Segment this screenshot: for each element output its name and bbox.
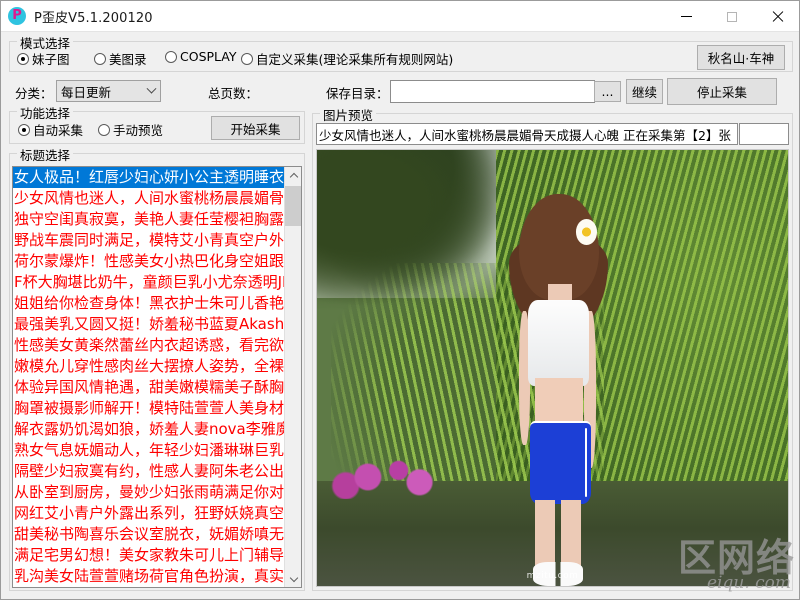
radio-mode-custom[interactable]: 自定义采集(理论采集所有规则网站) <box>241 49 453 68</box>
app-p-icon <box>8 7 26 25</box>
title-select-legend: 标题选择 <box>17 145 74 164</box>
list-item[interactable]: 女人极品！红唇少妇心妍小公主透明睡衣露两点 <box>13 167 284 188</box>
chevron-up-icon <box>289 172 298 181</box>
photo-watermark: mzitu.com <box>526 571 579 581</box>
save-dir-input[interactable] <box>390 80 595 103</box>
title-list-scrollbar[interactable] <box>284 167 301 587</box>
radio-label: 美图录 <box>109 52 147 67</box>
list-item[interactable]: 网红艾小青户外露出系列，狂野妖娆真空演绎 <box>13 503 284 524</box>
maximize-icon <box>727 11 737 22</box>
chevron-down-icon <box>289 573 298 582</box>
list-item[interactable]: 独守空闺真寂寞，美艳人妻任莹樱袒胸露乳心痒难耐 <box>13 209 284 230</box>
radio-mode-meitulu[interactable]: 美图录 <box>94 49 147 68</box>
maximize-button[interactable] <box>709 1 755 32</box>
scrollbar-thumb[interactable] <box>285 186 301 226</box>
collect-counter-field <box>739 123 789 145</box>
application-window: P歪皮V5.1.200120 模式选择 妹子图 美图录 COSPLAY 自定义采… <box>0 0 800 600</box>
brand-button[interactable]: 秋名山·车神 <box>697 45 785 70</box>
continue-button[interactable]: 继续 <box>626 79 663 104</box>
radio-dot-icon <box>18 123 30 136</box>
window-title: P歪皮V5.1.200120 <box>34 10 153 26</box>
category-label: 分类： <box>15 86 53 101</box>
list-item[interactable]: 少女风情也迷人，人间水蜜桃杨晨晨媚骨天成摄人心魄 <box>13 188 284 209</box>
scroll-up-button[interactable] <box>285 167 301 184</box>
minimize-icon <box>680 16 692 17</box>
radio-dot-icon <box>17 52 29 65</box>
radio-mode-cosplay[interactable]: COSPLAY <box>165 49 237 64</box>
preview-photo: mzitu.com <box>317 150 788 586</box>
hair-flower-icon <box>576 219 598 245</box>
category-value: 每日更新 <box>61 84 112 100</box>
start-collect-button[interactable]: 开始采集 <box>211 116 300 140</box>
list-item[interactable]: 隔壁少妇寂寞有约，性感人妻阿朱老公出差等你来陪 <box>13 461 284 482</box>
list-item[interactable]: 从卧室到厨房，曼妙少妇张雨萌满足你对人妻的幻想 <box>13 482 284 503</box>
minimize-button[interactable] <box>663 1 709 32</box>
list-item[interactable]: 体验异国风情艳遇，甜美嫩模糯美子酥胸毕露令人回味 <box>13 377 284 398</box>
list-item[interactable]: F杯大胸堪比奶牛，童颜巨乳小尤奈透明JK制服火辣诱人 <box>13 272 284 293</box>
collect-status-text: 少女风情也迷人，人间水蜜桃杨晨晨媚骨天成摄人心魄 正在采集第【2】张 <box>316 123 738 145</box>
list-item[interactable]: 甜美秘书陶喜乐会议室脱衣，妩媚娇嗔无法抗拒 <box>13 524 284 545</box>
photo-model <box>477 193 637 586</box>
browse-button[interactable]: ... <box>594 81 621 102</box>
radio-label: COSPLAY <box>180 49 237 64</box>
list-item[interactable]: 满足宅男幻想！美女家教朱可儿上门辅导挑战你的自制力 <box>13 545 284 566</box>
mode-select-group: 模式选择 妹子图 美图录 COSPLAY 自定义采集(理论采集所有规则网站) 秋… <box>9 33 793 72</box>
title-bar: P歪皮V5.1.200120 <box>1 1 799 32</box>
window-controls <box>663 1 799 32</box>
image-preview-legend: 图片预览 <box>320 105 377 124</box>
save-dir-label: 保存目录： <box>326 86 389 101</box>
radio-label: 自定义采集(理论采集所有规则网站) <box>256 52 454 67</box>
list-item[interactable]: 熟女气息妩媚动人，年轻少妇潘琳琳巨乳肥臀欲望十足 <box>13 440 284 461</box>
title-list-rows: 女人极品！红唇少妇心妍小公主透明睡衣露两点少女风情也迷人，人间水蜜桃杨晨晨媚骨天… <box>13 167 284 587</box>
category-select[interactable]: 每日更新 <box>56 80 161 102</box>
list-item[interactable]: 姐姐给你检查身体！黑衣护士朱可儿香艳高污非看不可 <box>13 293 284 314</box>
radio-label: 妹子图 <box>32 52 70 67</box>
radio-label: 手动预览 <box>113 123 164 138</box>
radio-dot-icon <box>98 123 110 136</box>
list-item[interactable]: 嫩模允儿穿性感肉丝大摆撩人姿势，全裸胴体让人受不了 <box>13 356 284 377</box>
list-item[interactable]: 性感美女黄楽然蕾丝内衣超诱惑，看完欲罢不能狂舔屏 <box>13 335 284 356</box>
list-item[interactable]: 野战车震同时满足，模特艾小青真空户外露出双重诱惑 <box>13 230 284 251</box>
list-item[interactable]: 乳沟美女陆萱萱赌场荷官角色扮演，真实场景诱人深入 <box>13 566 284 587</box>
scroll-down-button[interactable] <box>285 570 301 587</box>
radio-auto-collect[interactable]: 自动采集 <box>18 120 83 139</box>
function-select-group: 功能选择 自动采集 手动预览 开始采集 <box>9 103 305 144</box>
close-button[interactable] <box>755 1 799 32</box>
list-item[interactable]: 荷尔蒙爆炸！性感美女小热巴化身空姐跟你回家 <box>13 251 284 272</box>
list-item[interactable]: 解衣露奶饥渴如狼，娇羞人妻nova李雅魔鬼身材堪称极品 <box>13 419 284 440</box>
total-pages-label: 总页数： <box>208 86 259 101</box>
title-listbox[interactable]: 女人极品！红唇少妇心妍小公主透明睡衣露两点少女风情也迷人，人间水蜜桃杨晨晨媚骨天… <box>12 166 302 588</box>
close-icon <box>772 11 784 23</box>
list-item[interactable]: 胸罩被摄影师解开！模特陆萱萱人美身材棒姿势又多 <box>13 398 284 419</box>
list-item[interactable]: 最强美乳又圆又挺！娇羞秘书蓝夏Akasha风骚上演禁忌 <box>13 314 284 335</box>
radio-dot-icon <box>241 52 253 65</box>
radio-mode-meizitu[interactable]: 妹子图 <box>17 49 70 68</box>
photo-flowers <box>331 455 454 499</box>
radio-label: 自动采集 <box>33 123 84 138</box>
radio-dot-icon <box>94 52 106 65</box>
preview-image-frame[interactable]: mzitu.com <box>316 149 789 587</box>
radio-dot-icon <box>165 50 177 63</box>
radio-manual-preview[interactable]: 手动预览 <box>98 120 163 139</box>
chevron-down-icon <box>143 83 160 95</box>
stop-collect-button[interactable]: 停止采集 <box>667 78 777 105</box>
